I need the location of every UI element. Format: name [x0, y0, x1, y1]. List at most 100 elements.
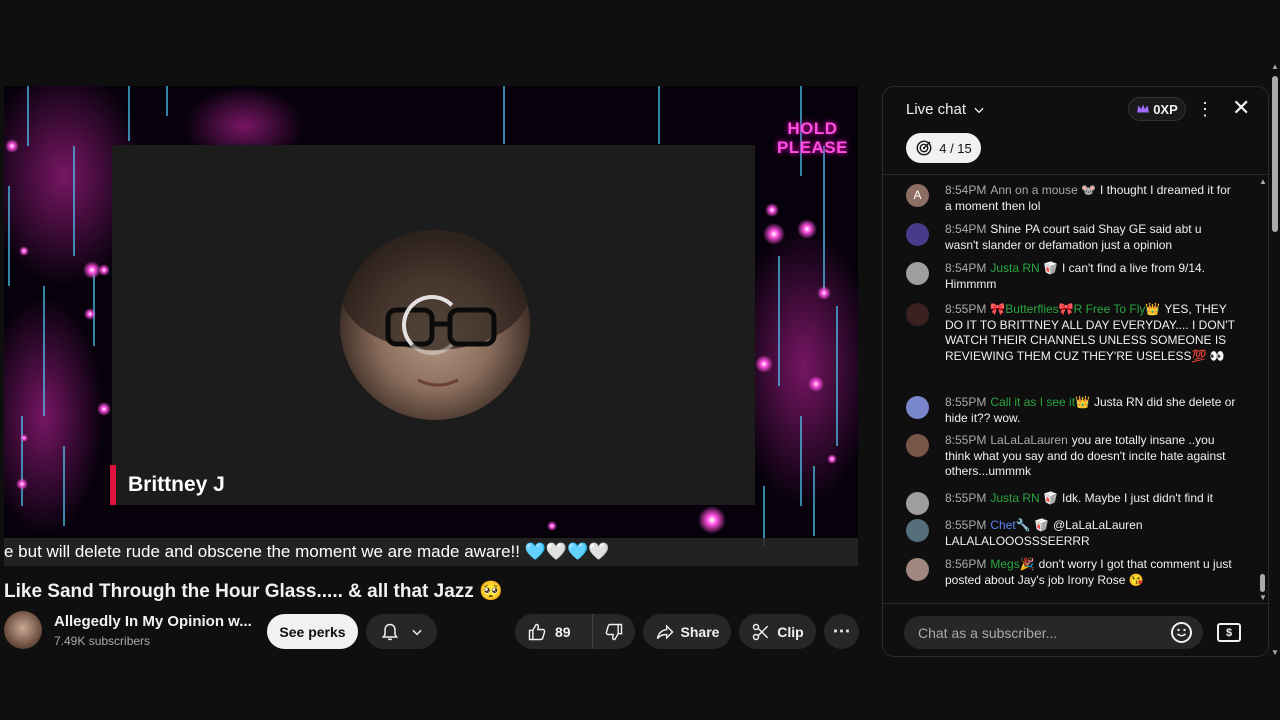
page-scroll-down-icon[interactable]: ▼	[1271, 648, 1279, 657]
chat-goal-pill[interactable]: 4 / 15	[906, 133, 981, 163]
xp-value: 0XP	[1153, 101, 1178, 117]
live-chat-panel: Live chat 0XP ⋮ ✕ 4 / 15 A 8:54PM Ann on…	[882, 86, 1269, 657]
message-time: 8:55PM	[945, 518, 987, 532]
dollar-icon: $	[1225, 626, 1233, 639]
chat-scrollbar[interactable]: ▲ ▼	[1259, 177, 1267, 602]
close-chat-button[interactable]: ✕	[1232, 97, 1250, 119]
chat-message: 8:55PM Justa RN 🥡 Idk. Maybe I just didn't…	[906, 491, 1236, 515]
chat-title: Live chat	[906, 101, 967, 118]
chat-avatar[interactable]	[906, 223, 929, 246]
message-time: 8:54PM	[945, 261, 987, 275]
chat-header: Live chat 0XP ⋮ ✕ 4 / 15	[883, 87, 1268, 175]
message-author[interactable]: Ann on a mouse 🐭	[990, 183, 1096, 197]
message-text: Idk. Maybe I just didn't find it	[1061, 491, 1214, 505]
share-icon	[656, 623, 674, 640]
chat-message: 8:55PM LaLaLaLauren you are totally insane…	[906, 433, 1236, 480]
goal-progress: 4 / 15	[939, 140, 972, 156]
thumbs-up-icon	[528, 623, 546, 640]
message-time: 8:55PM	[945, 395, 987, 409]
ticker-text: e but will delete rude and obscene the m…	[4, 542, 610, 561]
chat-mode-dropdown[interactable]: Live chat	[906, 101, 986, 118]
message-text: you are totally insane ..you think what …	[945, 433, 1226, 478]
see-perks-button[interactable]: See perks	[267, 614, 358, 649]
chat-message: A 8:54PM Ann on a mouse 🐭 I thought I drea…	[906, 183, 1236, 214]
message-text: Justa RN did she delete or hide it?? wow…	[945, 395, 1236, 425]
more-icon: ⋯	[832, 621, 851, 641]
loading-spinner-icon	[402, 295, 462, 355]
chat-message: 8:55PM Call it as I see it👑 Justa RN did s…	[906, 395, 1236, 426]
chat-message-list: A 8:54PM Ann on a mouse 🐭 I thought I drea…	[883, 177, 1263, 602]
subscriber-count: 7.49K subscribers	[54, 634, 151, 648]
chat-avatar[interactable]	[906, 434, 929, 457]
video-player[interactable]: HOLD PLEASE Brittney J e but will delete…	[4, 86, 858, 566]
message-author[interactable]: Call it as I see it👑	[990, 395, 1090, 409]
scissors-icon	[753, 623, 769, 640]
notification-bell-button[interactable]	[366, 614, 437, 649]
message-time: 8:56PM	[945, 557, 987, 571]
chat-avatar[interactable]	[906, 396, 929, 419]
dislike-button[interactable]	[593, 614, 635, 649]
page-scroll-thumb[interactable]	[1272, 76, 1278, 232]
chat-message: 8:55PM 🎀Butterflies🎀R Free To Fly👑 YES, TH…	[906, 302, 1236, 364]
clip-button[interactable]: Clip	[739, 614, 816, 649]
message-text: don't worry I got that comment u just po…	[945, 557, 1232, 587]
emoji-button[interactable]	[1171, 622, 1192, 643]
message-time: 8:54PM	[945, 183, 987, 197]
chat-avatar[interactable]	[906, 558, 929, 581]
more-actions-button[interactable]: ⋯	[824, 614, 859, 649]
page-scrollbar[interactable]: ▲ ▼	[1270, 62, 1280, 658]
chat-message: 8:55PM Chet🔧 🥡 @LaLaLaLauren LALALALOOOSSS…	[906, 518, 1236, 549]
thumbs-down-icon	[605, 623, 623, 640]
smiley-icon	[1177, 628, 1186, 637]
chat-menu-button[interactable]: ⋮	[1196, 99, 1214, 120]
bell-icon	[381, 623, 398, 640]
xp-badge[interactable]: 0XP	[1128, 97, 1186, 121]
page-root: HOLD PLEASE Brittney J e but will delete…	[0, 0, 1280, 720]
message-author[interactable]: Megs🎉	[990, 557, 1034, 571]
chat-message: 8:54PM Justa RN 🥡 I can't find a live from…	[906, 261, 1236, 292]
chevron-down-icon	[974, 107, 984, 113]
channel-name[interactable]: Allegedly In My Opinion w...	[54, 613, 252, 630]
chat-message: 8:56PM Megs🎉 don't worry I got that commen…	[906, 557, 1236, 588]
chat-avatar[interactable]	[906, 262, 929, 285]
scroll-up-icon[interactable]: ▲	[1259, 177, 1267, 186]
message-author[interactable]: LaLaLaLauren	[990, 433, 1067, 447]
crown-icon	[1137, 104, 1150, 113]
chat-input-area: Chat as a subscriber... $	[883, 603, 1268, 656]
message-author[interactable]: 🎀Butterflies🎀R Free To Fly👑	[990, 302, 1160, 316]
chat-input[interactable]: Chat as a subscriber...	[904, 616, 1203, 649]
chat-scroll-thumb[interactable]	[1260, 574, 1265, 592]
page-scroll-up-icon[interactable]: ▲	[1271, 62, 1279, 71]
chat-avatar[interactable]	[906, 303, 929, 326]
message-time: 8:55PM	[945, 433, 987, 447]
hold-please-overlay: HOLD PLEASE	[776, 119, 848, 157]
streamer-name-tag: Brittney J	[110, 465, 240, 505]
like-button[interactable]: 89	[515, 614, 593, 649]
chat-avatar[interactable]: A	[906, 184, 929, 207]
message-time: 8:54PM	[945, 222, 987, 236]
like-count: 89	[555, 623, 571, 640]
chat-input-placeholder: Chat as a subscriber...	[918, 624, 1058, 641]
target-icon	[916, 140, 932, 156]
clip-label: Clip	[777, 623, 804, 640]
message-author[interactable]: Justa RN 🥡	[990, 491, 1058, 505]
message-author[interactable]: Chet🔧 🥡	[990, 518, 1049, 532]
share-label: Share	[680, 623, 720, 640]
video-title: Like Sand Through the Hour Glass..... & …	[4, 581, 503, 602]
message-time: 8:55PM	[945, 491, 987, 505]
chat-avatar[interactable]	[906, 492, 929, 515]
name-tag-accent	[110, 465, 116, 505]
streamer-name: Brittney J	[128, 473, 225, 496]
message-author[interactable]: Justa RN 🥡	[990, 261, 1058, 275]
channel-avatar[interactable]	[4, 611, 42, 649]
like-dislike-group: 89	[515, 614, 635, 649]
super-chat-button[interactable]: $	[1217, 623, 1241, 642]
share-button[interactable]: Share	[643, 614, 731, 649]
ticker-banner: e but will delete rude and obscene the m…	[4, 538, 858, 566]
message-time: 8:55PM	[945, 302, 987, 316]
chevron-down-icon	[411, 629, 422, 635]
message-author[interactable]: Shine	[990, 222, 1021, 236]
scroll-down-icon[interactable]: ▼	[1259, 593, 1267, 602]
chat-message: 8:54PM Shine PA court said Shay GE said ab…	[906, 222, 1236, 253]
chat-avatar[interactable]	[906, 519, 929, 542]
